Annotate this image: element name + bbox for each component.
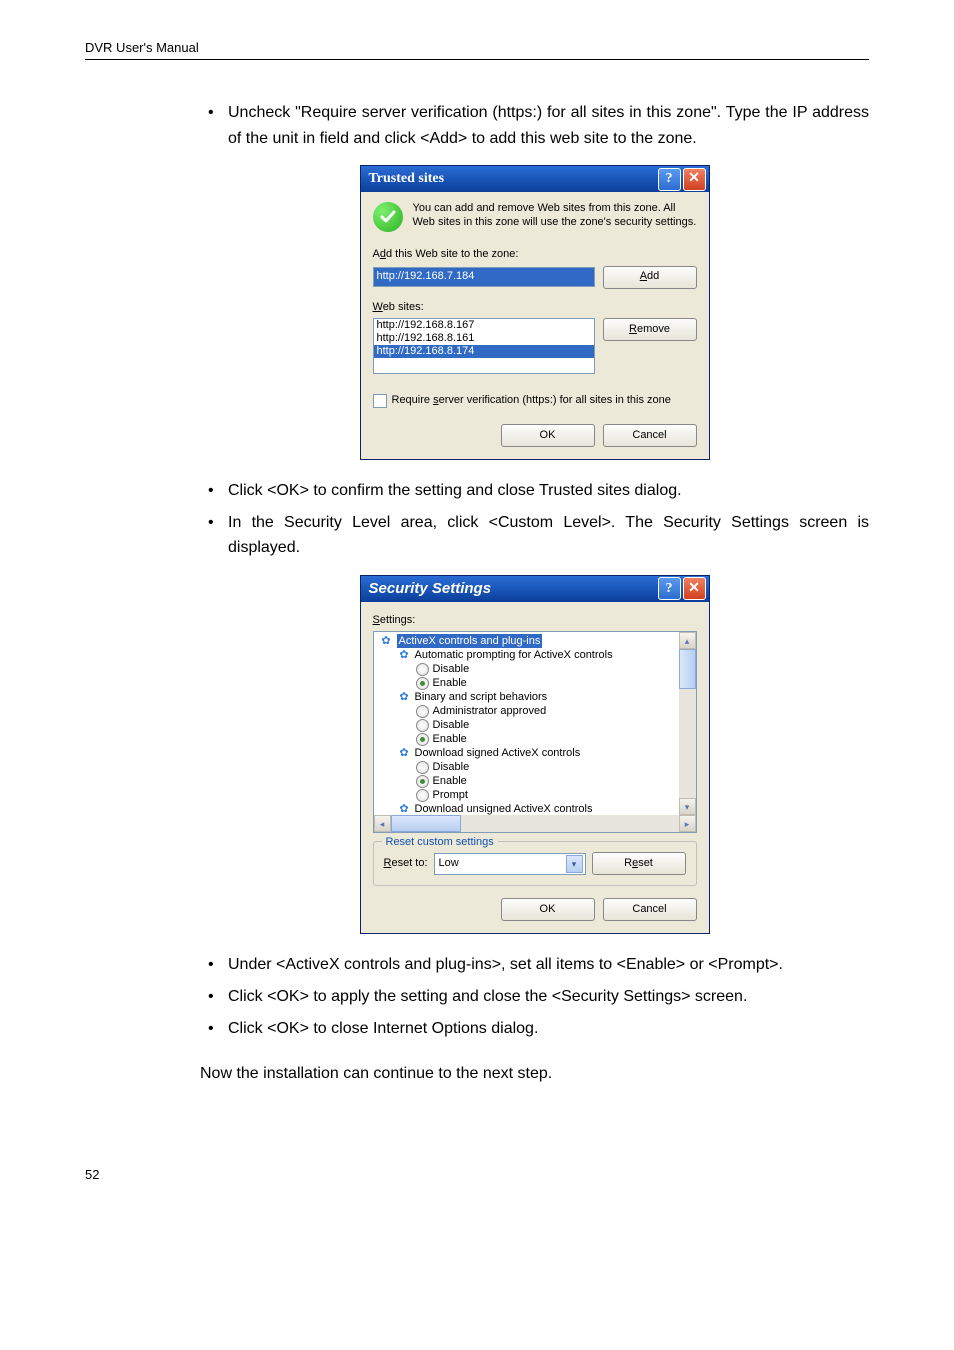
- tree-item: Download signed ActiveX controls: [415, 746, 581, 760]
- list-item[interactable]: http://192.168.8.161: [374, 332, 594, 345]
- titlebar: Security Settings ? ✕: [361, 576, 709, 602]
- tree-item: Download unsigned ActiveX controls: [415, 802, 593, 816]
- radio-icon[interactable]: [416, 789, 429, 802]
- scroll-left-icon[interactable]: ◂: [374, 815, 391, 832]
- bullet-item: Click <OK> to apply the setting and clos…: [200, 984, 869, 1010]
- radio-label: Prompt: [433, 788, 468, 802]
- radio-icon[interactable]: [416, 761, 429, 774]
- list-item[interactable]: http://192.168.8.174: [374, 345, 594, 358]
- gear-icon: ✿: [398, 691, 411, 704]
- titlebar: Trusted sites ? ✕: [361, 166, 709, 192]
- settings-tree[interactable]: ✿ActiveX controls and plug-ins ✿Automati…: [373, 631, 697, 833]
- combo-value: Low: [439, 855, 459, 873]
- tree-item: Automatic prompting for ActiveX controls: [415, 648, 613, 662]
- ok-button[interactable]: OK: [501, 424, 595, 447]
- dialog-title: Security Settings: [369, 577, 492, 601]
- chevron-down-icon[interactable]: ▾: [566, 855, 583, 873]
- page-header: DVR User's Manual: [85, 40, 869, 60]
- tree-category[interactable]: ActiveX controls and plug-ins: [397, 634, 543, 648]
- add-site-input[interactable]: http://192.168.7.184: [373, 267, 595, 287]
- trusted-check-icon: [373, 202, 403, 232]
- bullet-list-1: Uncheck "Require server verification (ht…: [200, 100, 869, 151]
- trusted-sites-dialog: Trusted sites ? ✕ You can add and remove…: [360, 165, 710, 460]
- closing-paragraph: Now the installation can continue to the…: [200, 1061, 869, 1087]
- bullet-item: Under <ActiveX controls and plug-ins>, s…: [200, 952, 869, 978]
- scroll-up-icon[interactable]: ▴: [679, 632, 696, 649]
- dialog-title: Trusted sites: [369, 168, 445, 190]
- scroll-down-icon[interactable]: ▾: [679, 798, 696, 815]
- tree-item: Binary and script behaviors: [415, 690, 548, 704]
- reset-to-combobox[interactable]: Low ▾: [434, 853, 586, 875]
- radio-label: Disable: [433, 760, 470, 774]
- reset-fieldset: Reset custom settings Reset to: Low ▾ Re…: [373, 841, 697, 886]
- dialog-description: You can add and remove Web sites from th…: [413, 202, 697, 230]
- checkbox-icon[interactable]: [373, 394, 387, 408]
- gear-icon: ✿: [398, 803, 411, 816]
- radio-label: Disable: [433, 718, 470, 732]
- horizontal-scrollbar[interactable]: ◂ ▸: [374, 815, 696, 832]
- radio-label: Enable: [433, 732, 467, 746]
- radio-icon[interactable]: [416, 733, 429, 746]
- radio-label: Enable: [433, 676, 467, 690]
- scroll-thumb[interactable]: [679, 649, 696, 689]
- gear-icon: ✿: [398, 747, 411, 760]
- radio-label: Administrator approved: [433, 704, 547, 718]
- cancel-button[interactable]: Cancel: [603, 424, 697, 447]
- cancel-button[interactable]: Cancel: [603, 898, 697, 921]
- gear-icon: ✿: [380, 635, 393, 648]
- add-button[interactable]: Add: [603, 266, 697, 289]
- ok-button[interactable]: OK: [501, 898, 595, 921]
- websites-listbox[interactable]: http://192.168.8.167 http://192.168.8.16…: [373, 318, 595, 374]
- fieldset-legend: Reset custom settings: [382, 834, 498, 852]
- radio-label: Disable: [433, 662, 470, 676]
- radio-icon[interactable]: [416, 677, 429, 690]
- add-site-label: Add this Web site to the zone:: [373, 246, 697, 264]
- help-icon[interactable]: ?: [658, 168, 681, 191]
- reset-to-label: Reset to:: [384, 855, 428, 873]
- help-icon[interactable]: ?: [658, 577, 681, 600]
- close-icon[interactable]: ✕: [683, 577, 706, 600]
- radio-icon[interactable]: [416, 719, 429, 732]
- websites-label: Web sites:: [373, 299, 697, 317]
- page-number: 52: [85, 1167, 869, 1182]
- remove-button[interactable]: Remove: [603, 318, 697, 341]
- security-settings-dialog: Security Settings ? ✕ Settings: ✿ActiveX…: [360, 575, 710, 935]
- settings-label: Settings:: [373, 612, 697, 630]
- bullet-list-3: Under <ActiveX controls and plug-ins>, s…: [200, 952, 869, 1041]
- bullet-item: In the Security Level area, click <Custo…: [200, 510, 869, 561]
- scroll-right-icon[interactable]: ▸: [679, 815, 696, 832]
- radio-icon[interactable]: [416, 705, 429, 718]
- bullet-list-2: Click <OK> to confirm the setting and cl…: [200, 478, 869, 561]
- require-https-checkbox-row[interactable]: Require server verification (https:) for…: [373, 392, 697, 410]
- scroll-thumb[interactable]: [391, 815, 461, 832]
- bullet-item: Click <OK> to confirm the setting and cl…: [200, 478, 869, 504]
- bullet-item: Click <OK> to close Internet Options dia…: [200, 1016, 869, 1042]
- reset-button[interactable]: Reset: [592, 852, 686, 875]
- radio-icon[interactable]: [416, 663, 429, 676]
- radio-icon[interactable]: [416, 775, 429, 788]
- gear-icon: ✿: [398, 649, 411, 662]
- require-https-label: Require server verification (https:) for…: [392, 392, 671, 410]
- close-icon[interactable]: ✕: [683, 168, 706, 191]
- vertical-scrollbar[interactable]: ▴ ▾: [679, 632, 696, 815]
- radio-label: Enable: [433, 774, 467, 788]
- list-item[interactable]: http://192.168.8.167: [374, 319, 594, 332]
- bullet-item: Uncheck "Require server verification (ht…: [200, 100, 869, 151]
